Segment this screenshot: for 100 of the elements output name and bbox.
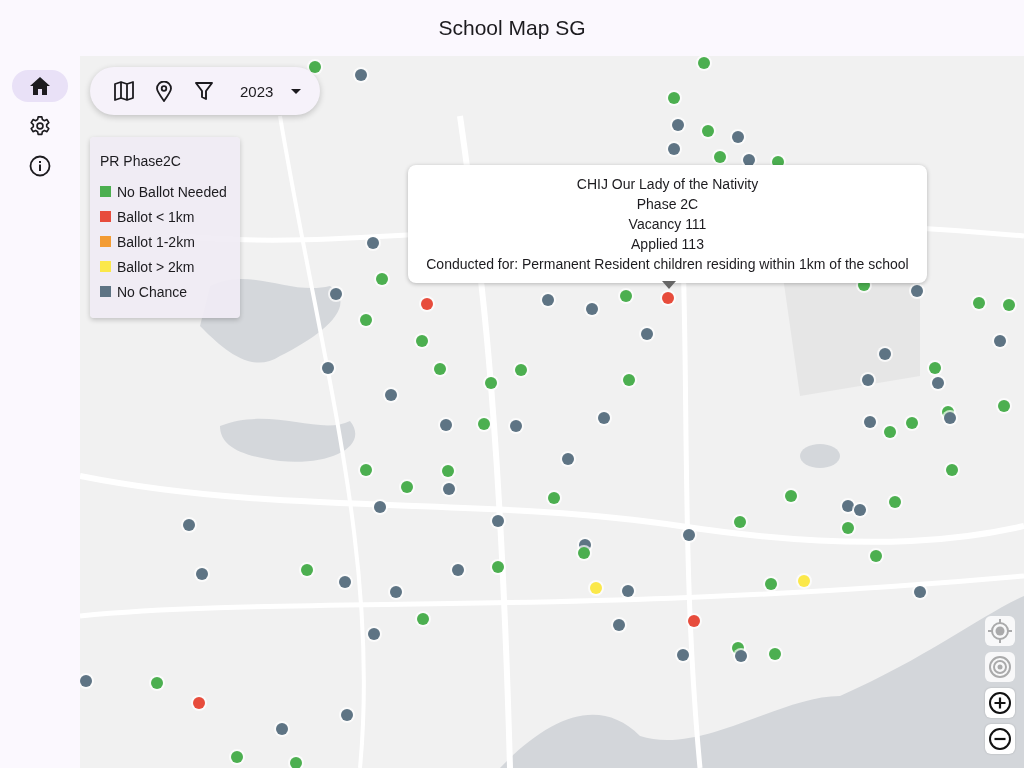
- school-marker[interactable]: [734, 516, 746, 528]
- school-marker[interactable]: [301, 564, 313, 576]
- school-marker[interactable]: [341, 709, 353, 721]
- popup-text: CHIJ Our Lady of the Nativity: [576, 175, 759, 194]
- school-marker[interactable]: [478, 418, 490, 430]
- school-marker[interactable]: [914, 586, 926, 598]
- school-marker[interactable]: [798, 575, 810, 587]
- school-marker[interactable]: [613, 619, 625, 631]
- school-marker[interactable]: [906, 417, 918, 429]
- school-marker[interactable]: [374, 501, 386, 513]
- school-marker[interactable]: [434, 363, 446, 375]
- school-marker[interactable]: [510, 420, 522, 432]
- school-marker[interactable]: [339, 576, 351, 588]
- school-marker[interactable]: [668, 143, 680, 155]
- school-marker[interactable]: [330, 288, 342, 300]
- school-marker[interactable]: [417, 613, 429, 625]
- home-nav-button[interactable]: [12, 70, 68, 102]
- school-marker[interactable]: [743, 154, 755, 166]
- school-marker[interactable]: [870, 550, 882, 562]
- school-marker[interactable]: [932, 377, 944, 389]
- zoom-out-icon: [988, 727, 1012, 751]
- school-marker[interactable]: [485, 377, 497, 389]
- school-marker[interactable]: [562, 453, 574, 465]
- school-marker[interactable]: [994, 335, 1006, 347]
- school-marker[interactable]: [785, 490, 797, 502]
- school-marker[interactable]: [842, 500, 854, 512]
- school-marker[interactable]: [322, 362, 334, 374]
- school-marker[interactable]: [385, 389, 397, 401]
- school-marker[interactable]: [590, 582, 602, 594]
- school-marker[interactable]: [662, 292, 674, 304]
- school-marker[interactable]: [421, 298, 433, 310]
- school-marker[interactable]: [401, 481, 413, 493]
- school-marker[interactable]: [765, 578, 777, 590]
- school-marker[interactable]: [944, 412, 956, 424]
- school-marker[interactable]: [735, 650, 747, 662]
- school-marker[interactable]: [309, 61, 321, 73]
- school-marker[interactable]: [929, 362, 941, 374]
- school-marker[interactable]: [854, 504, 866, 516]
- school-marker[interactable]: [688, 615, 700, 627]
- school-marker[interactable]: [698, 57, 710, 69]
- school-marker[interactable]: [183, 519, 195, 531]
- school-marker[interactable]: [879, 348, 891, 360]
- school-marker[interactable]: [355, 69, 367, 81]
- zoom-in-button[interactable]: [985, 688, 1015, 718]
- school-marker[interactable]: [622, 585, 634, 597]
- legend-label: No Chance: [117, 283, 188, 300]
- school-marker[interactable]: [443, 483, 455, 495]
- school-marker[interactable]: [492, 561, 504, 573]
- school-marker[interactable]: [193, 697, 205, 709]
- year-dropdown[interactable]: 2023: [224, 82, 302, 100]
- school-marker[interactable]: [492, 515, 504, 527]
- school-marker[interactable]: [196, 568, 208, 580]
- spiral-icon: [988, 655, 1012, 679]
- school-marker[interactable]: [911, 285, 923, 297]
- school-marker[interactable]: [367, 237, 379, 249]
- school-marker[interactable]: [586, 303, 598, 315]
- school-marker[interactable]: [368, 628, 380, 640]
- school-marker[interactable]: [290, 757, 302, 768]
- school-marker[interactable]: [862, 374, 874, 386]
- school-marker[interactable]: [598, 412, 610, 424]
- school-marker[interactable]: [677, 649, 689, 661]
- school-marker[interactable]: [620, 290, 632, 302]
- school-marker[interactable]: [641, 328, 653, 340]
- school-marker[interactable]: [151, 677, 163, 689]
- school-marker[interactable]: [732, 131, 744, 143]
- school-marker[interactable]: [1003, 299, 1015, 311]
- school-marker[interactable]: [668, 92, 680, 104]
- school-marker[interactable]: [623, 374, 635, 386]
- school-marker[interactable]: [231, 751, 243, 763]
- school-marker[interactable]: [769, 648, 781, 660]
- school-marker[interactable]: [442, 465, 454, 477]
- school-marker[interactable]: [884, 426, 896, 438]
- school-marker[interactable]: [452, 564, 464, 576]
- school-marker[interactable]: [973, 297, 985, 309]
- school-marker[interactable]: [360, 464, 372, 476]
- school-marker[interactable]: [390, 586, 402, 598]
- zoom-out-button[interactable]: [985, 724, 1015, 754]
- caret-icon: [291, 88, 302, 94]
- school-marker[interactable]: [376, 273, 388, 285]
- school-marker[interactable]: [578, 547, 590, 559]
- school-marker[interactable]: [80, 675, 92, 687]
- school-marker[interactable]: [864, 416, 876, 428]
- school-marker[interactable]: [360, 314, 372, 326]
- map-icon: [114, 81, 134, 101]
- school-marker[interactable]: [542, 294, 554, 306]
- school-marker[interactable]: [672, 119, 684, 131]
- school-marker[interactable]: [515, 364, 527, 376]
- legend-label: Ballot 1-2km: [117, 233, 195, 250]
- school-marker[interactable]: [946, 464, 958, 476]
- school-marker[interactable]: [889, 496, 901, 508]
- school-marker[interactable]: [702, 125, 714, 137]
- school-marker[interactable]: [714, 151, 726, 163]
- school-marker[interactable]: [548, 492, 560, 504]
- school-marker[interactable]: [683, 529, 695, 541]
- school-marker[interactable]: [842, 522, 854, 534]
- school-marker[interactable]: [276, 723, 288, 735]
- school-marker[interactable]: [416, 335, 428, 347]
- school-marker[interactable]: [440, 419, 452, 431]
- school-marker[interactable]: [998, 400, 1010, 412]
- legend-label: Ballot > 2km: [117, 258, 195, 275]
